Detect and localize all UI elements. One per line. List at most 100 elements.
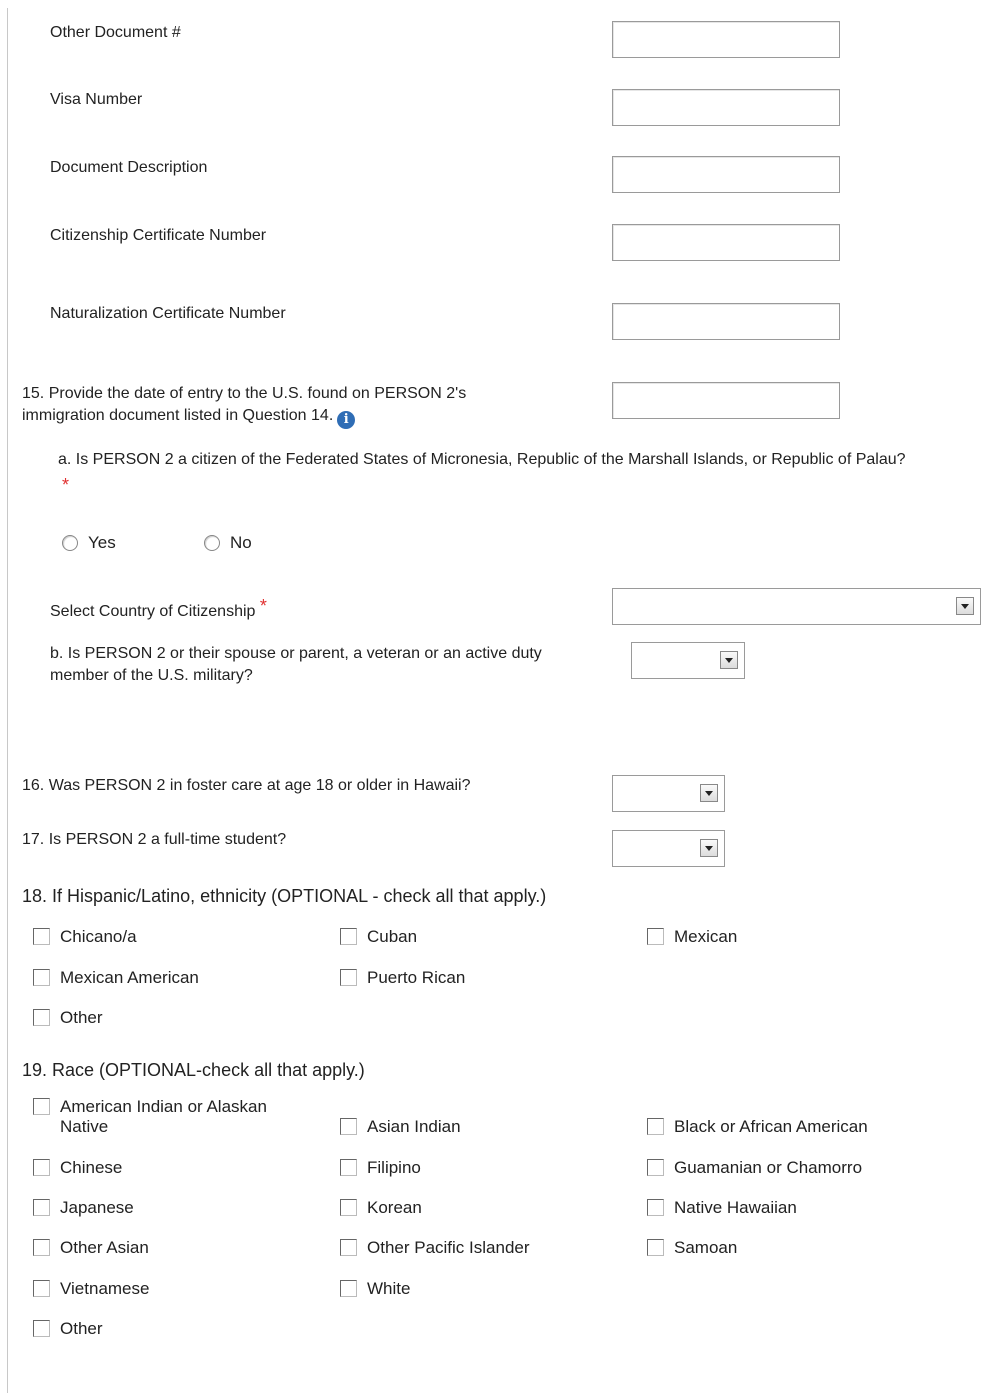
- yes-radio-button[interactable]: [62, 535, 78, 551]
- race-checkbox[interactable]: Black or African American: [647, 1117, 868, 1137]
- q18-label: 18. If Hispanic/Latino, ethnicity (OPTIO…: [22, 886, 547, 906]
- race-checkbox[interactable]: Native Hawaiian: [647, 1198, 797, 1218]
- q15b-label: b. Is PERSON 2 or their spouse or parent…: [50, 643, 620, 687]
- other-document-label: Other Document #: [50, 24, 181, 41]
- race-checkbox[interactable]: Other Asian: [33, 1238, 149, 1258]
- checkbox-box[interactable]: [33, 1239, 50, 1256]
- q19-label: 19. Race (OPTIONAL-check all that apply.…: [22, 1060, 365, 1080]
- q15b-label-line1: b. Is PERSON 2 or their spouse or parent…: [50, 645, 542, 662]
- country-citizenship-select[interactable]: [612, 588, 981, 625]
- document-description-input[interactable]: [612, 156, 840, 193]
- checkbox-box[interactable]: [33, 1159, 50, 1176]
- info-icon[interactable]: i: [337, 411, 356, 429]
- student-select[interactable]: [612, 830, 725, 867]
- checkbox-box[interactable]: [33, 1098, 50, 1115]
- visa-number-input[interactable]: [612, 89, 840, 126]
- checkbox-box[interactable]: [647, 1118, 664, 1135]
- naturalization-certificate-input[interactable]: [612, 303, 840, 340]
- chevron-down-icon[interactable]: [700, 839, 718, 857]
- yes-radio-label: Yes: [88, 533, 116, 552]
- checkbox-label: Mexican American: [60, 968, 199, 987]
- checkbox-label: Chicano/a: [60, 927, 137, 946]
- ethnicity-checkbox[interactable]: Mexican American: [33, 968, 199, 988]
- checkbox-box[interactable]: [647, 1239, 664, 1256]
- checkbox-label: Filipino: [367, 1158, 421, 1177]
- checkbox-label: Samoan: [674, 1238, 738, 1257]
- veteran-select[interactable]: [631, 642, 745, 679]
- race-checkbox[interactable]: Other: [33, 1319, 103, 1339]
- form-panel: [7, 8, 990, 1393]
- q15a-label: a. Is PERSON 2 a citizen of the Federate…: [58, 451, 906, 468]
- naturalization-certificate-label: Naturalization Certificate Number: [50, 305, 286, 322]
- checkbox-label: Cuban: [367, 927, 418, 946]
- race-checkbox[interactable]: Asian Indian: [340, 1117, 461, 1137]
- checkbox-label: White: [367, 1279, 411, 1298]
- race-checkbox[interactable]: Vietnamese: [33, 1279, 149, 1299]
- country-citizenship-text: Select Country of Citizenship: [50, 603, 256, 620]
- foster-care-select[interactable]: [612, 775, 725, 812]
- checkbox-box[interactable]: [340, 928, 357, 945]
- checkbox-box[interactable]: [340, 969, 357, 986]
- race-checkbox[interactable]: American Indian or Alaskan Native: [33, 1097, 267, 1137]
- chevron-down-icon[interactable]: [720, 651, 738, 669]
- entry-date-input[interactable]: [612, 382, 840, 419]
- checkbox-label: Japanese: [60, 1198, 134, 1217]
- checkbox-box[interactable]: [340, 1118, 357, 1135]
- race-checkbox[interactable]: Guamanian or Chamorro: [647, 1158, 862, 1178]
- citizenship-certificate-input[interactable]: [612, 224, 840, 261]
- checkbox-box[interactable]: [647, 928, 664, 945]
- checkbox-box[interactable]: [340, 1280, 357, 1297]
- ethnicity-checkbox[interactable]: Chicano/a: [33, 927, 137, 947]
- checkbox-box[interactable]: [33, 928, 50, 945]
- ethnicity-checkbox[interactable]: Puerto Rican: [340, 968, 465, 988]
- checkbox-label: Asian Indian: [367, 1117, 461, 1136]
- ethnicity-checkbox[interactable]: Other: [33, 1008, 103, 1028]
- q15b-label-line2: member of the U.S. military?: [50, 667, 253, 684]
- ethnicity-checkbox[interactable]: Mexican: [647, 927, 737, 947]
- checkbox-box[interactable]: [340, 1199, 357, 1216]
- checkbox-label: Black or African American: [674, 1117, 868, 1136]
- chevron-down-icon[interactable]: [700, 784, 718, 802]
- checkbox-label: Vietnamese: [60, 1279, 150, 1298]
- checkbox-label: American Indian or Alaskan Native: [60, 1097, 267, 1136]
- citizenship-certificate-label: Citizenship Certificate Number: [50, 227, 267, 244]
- checkbox-label: Other: [60, 1008, 103, 1027]
- checkbox-box[interactable]: [647, 1199, 664, 1216]
- race-checkbox[interactable]: Other Pacific Islander: [340, 1238, 530, 1258]
- yes-radio[interactable]: Yes: [62, 533, 116, 553]
- q16-label: 16. Was PERSON 2 in foster care at age 1…: [22, 777, 471, 794]
- checkbox-label: Chinese: [60, 1158, 123, 1177]
- checkbox-box[interactable]: [33, 1199, 50, 1216]
- checkbox-label: Other Asian: [60, 1238, 149, 1257]
- checkbox-label: Mexican: [674, 927, 738, 946]
- checkbox-label: Puerto Rican: [367, 968, 466, 987]
- chevron-down-icon[interactable]: [956, 597, 974, 615]
- checkbox-box[interactable]: [33, 1320, 50, 1337]
- race-checkbox[interactable]: Korean: [340, 1198, 422, 1218]
- q15-label-line1: 15. Provide the date of entry to the U.S…: [22, 385, 467, 402]
- checkbox-label: Guamanian or Chamorro: [674, 1158, 863, 1177]
- race-checkbox[interactable]: Chinese: [33, 1158, 122, 1178]
- no-radio[interactable]: No: [204, 533, 252, 553]
- document-description-label: Document Description: [50, 159, 208, 176]
- q15a-required-mark: *: [62, 475, 70, 495]
- race-checkbox[interactable]: Samoan: [647, 1238, 737, 1258]
- q17-label: 17. Is PERSON 2 a full-time student?: [22, 831, 287, 848]
- other-document-input[interactable]: [612, 21, 840, 58]
- checkbox-box[interactable]: [340, 1159, 357, 1176]
- checkbox-box[interactable]: [340, 1239, 357, 1256]
- no-radio-button[interactable]: [204, 535, 220, 551]
- q15-label: 15. Provide the date of entry to the U.S…: [22, 383, 582, 429]
- checkbox-box[interactable]: [33, 1280, 50, 1297]
- checkbox-label: Korean: [367, 1198, 422, 1217]
- race-checkbox[interactable]: Japanese: [33, 1198, 134, 1218]
- visa-number-label: Visa Number: [50, 91, 143, 108]
- checkbox-box[interactable]: [33, 969, 50, 986]
- checkbox-box[interactable]: [33, 1009, 50, 1026]
- race-checkbox[interactable]: Filipino: [340, 1158, 421, 1178]
- q15-label-line2: immigration document listed in Question …: [22, 407, 334, 424]
- ethnicity-checkbox[interactable]: Cuban: [340, 927, 417, 947]
- race-checkbox[interactable]: White: [340, 1279, 410, 1299]
- checkbox-label: Other: [60, 1319, 103, 1338]
- checkbox-box[interactable]: [647, 1159, 664, 1176]
